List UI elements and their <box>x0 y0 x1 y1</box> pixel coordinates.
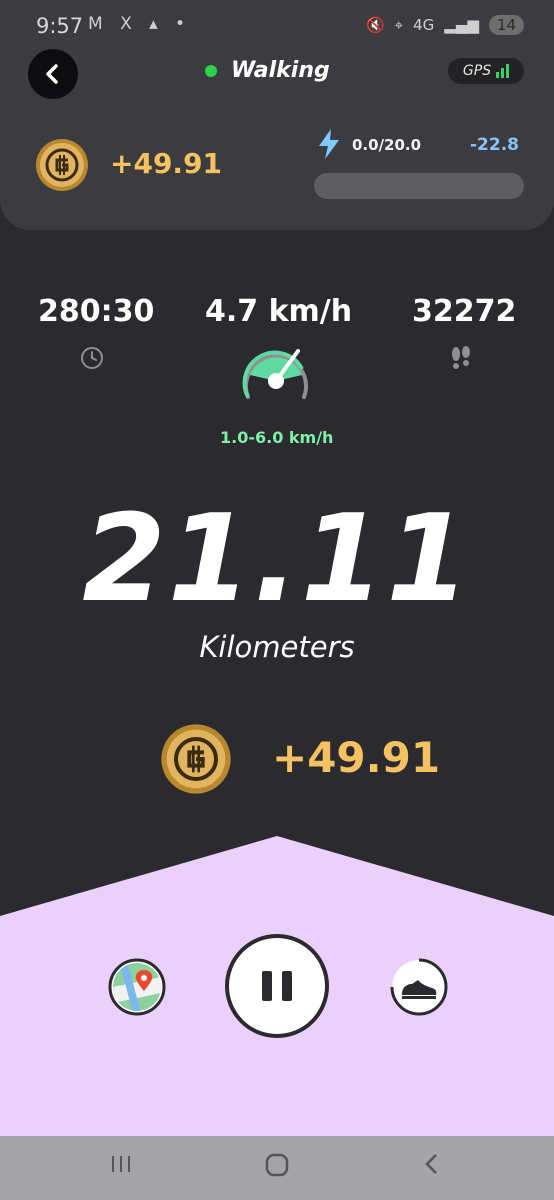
recent-apps-icon[interactable] <box>109 1152 133 1176</box>
speed-range: 1.0-6.0 km/h <box>220 428 334 447</box>
status-time: 9:57 <box>36 14 84 38</box>
energy-value: 0.0/20.0 <box>352 136 422 154</box>
battery-indicator: 14 <box>488 15 524 35</box>
chevron-left-icon <box>46 64 58 84</box>
status-right: 🔇 ⌖ 4G ▂▄▆ 14 <box>366 15 524 35</box>
footprints-icon <box>452 346 470 369</box>
elapsed-time: 280:30 <box>38 294 155 329</box>
gps-indicator: GPS <box>448 58 524 84</box>
location-icon: ⌖ <box>394 16 404 34</box>
coin-icon <box>36 139 88 191</box>
gps-signal-icon <box>496 64 510 78</box>
distance-unit: Kilometers <box>199 630 355 664</box>
pause-icon-bar <box>282 971 292 1001</box>
activity-title: Walking <box>205 58 330 83</box>
step-count: 32272 <box>412 294 517 329</box>
energy-delta: -22.8 <box>470 135 519 155</box>
clock-icon <box>81 347 103 369</box>
sneaker-button[interactable] <box>390 958 448 1016</box>
speed-gauge-icon <box>242 349 308 399</box>
mute-icon: 🔇 <box>365 16 385 34</box>
map-pin-icon <box>108 958 166 1016</box>
distance-value: 21.11 <box>82 490 472 629</box>
system-navigation-bar <box>0 1136 554 1200</box>
back-button[interactable] <box>28 49 78 99</box>
pause-button[interactable] <box>225 934 329 1038</box>
map-button[interactable] <box>108 958 166 1016</box>
home-icon[interactable] <box>264 1152 290 1178</box>
current-speed: 4.7 km/h <box>205 294 353 329</box>
back-nav-icon[interactable] <box>420 1152 444 1176</box>
lightning-icon <box>319 129 339 159</box>
sneaker-icon <box>390 958 448 1016</box>
signal-icon: ▂▄▆ <box>444 16 479 34</box>
notification-icons: M X ▴ • <box>88 14 192 34</box>
status-bar: 9:57 M X ▴ • 🔇 ⌖ 4G ▂▄▆ 14 <box>0 0 554 52</box>
page-title: Walking <box>231 58 330 83</box>
pause-icon <box>262 971 272 1001</box>
status-dot <box>205 64 217 77</box>
coin-icon <box>161 724 231 794</box>
network-label: 4G <box>413 16 435 34</box>
energy-bar <box>314 173 524 199</box>
earned-amount-large: +49.91 <box>272 733 441 782</box>
earned-amount: +49.91 <box>110 147 223 180</box>
gps-label: GPS <box>462 63 492 79</box>
